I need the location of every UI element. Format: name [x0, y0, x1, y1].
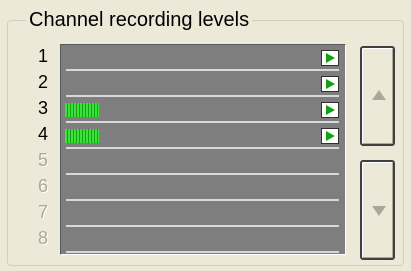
play-icon	[326, 131, 335, 141]
arrow-down-icon	[372, 206, 386, 216]
channel-row-5	[61, 149, 345, 175]
channel-row-8	[61, 227, 345, 253]
play-icon	[326, 105, 335, 115]
channel-number-7: 7	[37, 202, 48, 222]
channel-row-2	[61, 71, 345, 97]
play-button-1[interactable]	[321, 50, 339, 66]
channel-number-2: 2	[37, 72, 48, 92]
row-separator	[66, 251, 339, 253]
scroll-down-button[interactable]	[360, 160, 395, 260]
levels-panel	[60, 44, 346, 255]
channel-number-5: 5	[37, 150, 48, 170]
scroll-up-button[interactable]	[360, 46, 395, 146]
channel-number-4: 4	[37, 124, 48, 144]
play-button-3[interactable]	[321, 102, 339, 118]
channel-row-3	[61, 97, 345, 123]
channel-number-6: 6	[37, 176, 48, 196]
channel-row-4	[61, 123, 345, 149]
channel-row-1	[61, 45, 345, 71]
channel-number-8: 8	[37, 228, 48, 248]
play-icon	[326, 79, 335, 89]
play-icon	[326, 53, 335, 63]
channel-number-3: 3	[37, 98, 48, 118]
play-button-4[interactable]	[321, 128, 339, 144]
channel-row-6	[61, 175, 345, 201]
play-button-2[interactable]	[321, 76, 339, 92]
group-title: Channel recording levels	[26, 8, 253, 32]
channel-row-7	[61, 201, 345, 227]
level-meter-3	[65, 103, 99, 117]
arrow-up-icon	[372, 90, 386, 100]
level-meter-4	[65, 129, 99, 143]
channel-number-1: 1	[37, 46, 48, 66]
